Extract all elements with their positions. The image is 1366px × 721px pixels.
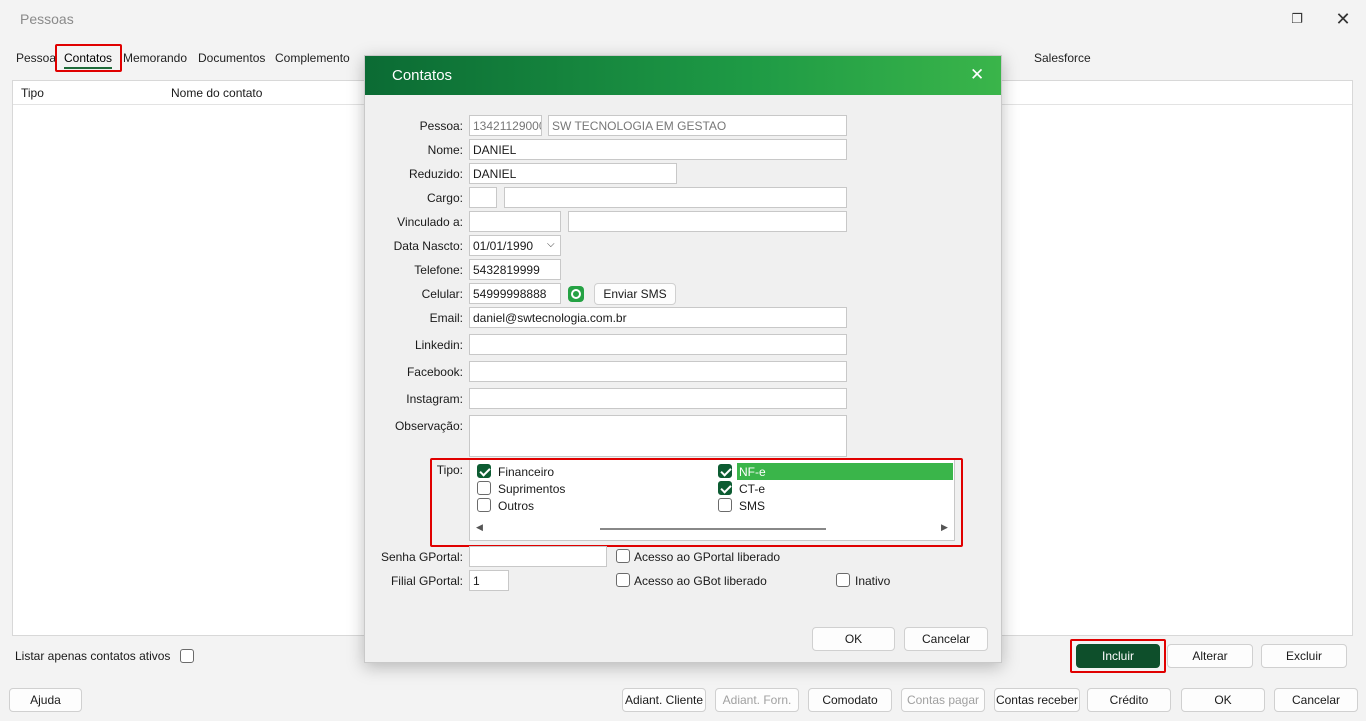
dialog-ok-button[interactable]: OK: [812, 627, 895, 651]
window-title: Pessoas: [20, 11, 74, 27]
tab-pessoa[interactable]: Pessoa: [16, 46, 56, 70]
vinculado-codigo-field[interactable]: [469, 211, 561, 232]
label-senha-gportal: Senha GPortal:: [380, 550, 463, 564]
label-reduzido: Reduzido:: [408, 167, 463, 181]
acesso-gbot-checkbox[interactable]: [616, 573, 630, 587]
acesso-gportal-checkbox[interactable]: [616, 549, 630, 563]
ajuda-button[interactable]: Ajuda: [9, 688, 82, 712]
vinculado-nome-field[interactable]: [568, 211, 847, 232]
adiant-forn-button[interactable]: Adiant. Forn.: [715, 688, 799, 712]
list-active-checkbox[interactable]: [180, 649, 194, 663]
restore-icon[interactable]: ❐: [1286, 8, 1308, 30]
list-active-label: Listar apenas contatos ativos: [15, 649, 171, 663]
instagram-field[interactable]: [469, 388, 847, 409]
pessoa-codigo-field[interactable]: 13421129000: [469, 115, 542, 136]
dialog-titlebar: Contatos ✕: [365, 56, 1001, 95]
senha-gportal-field[interactable]: [469, 546, 607, 567]
pessoa-nome-field[interactable]: SW TECNOLOGIA EM GESTAO: [548, 115, 847, 136]
label-nome: Nome:: [427, 143, 463, 157]
chevron-down-icon[interactable]: ⌵: [547, 239, 555, 250]
label-vinculado: Vinculado a:: [397, 215, 463, 229]
tab-complemento[interactable]: Complemento: [275, 46, 350, 70]
label-facebook: Facebook:: [406, 365, 463, 379]
close-icon[interactable]: ✕: [1332, 8, 1354, 30]
label-email: Email:: [429, 311, 463, 325]
telefone-field[interactable]: 5432819999: [469, 259, 561, 280]
label-observacao: Observação:: [394, 419, 463, 433]
tab-memorando[interactable]: Memorando: [123, 46, 187, 70]
credito-button[interactable]: Crédito: [1087, 688, 1171, 712]
label-filial-gportal: Filial GPortal:: [390, 574, 463, 588]
label-data-nascto: Data Nascto:: [393, 239, 463, 253]
tab-highlight: [55, 44, 122, 72]
adiant-cliente-button[interactable]: Adiant. Cliente: [622, 688, 706, 712]
reduzido-field[interactable]: DANIEL: [469, 163, 677, 184]
label-pessoa: Pessoa:: [419, 119, 463, 133]
contas-receber-button[interactable]: Contas receber: [994, 688, 1080, 712]
whatsapp-icon[interactable]: [568, 286, 584, 302]
linkedin-field[interactable]: [469, 334, 847, 355]
contatos-dialog: Contatos ✕ Pessoa: Nome: Reduzido: Cargo…: [364, 55, 1002, 663]
column-tipo[interactable]: Tipo: [21, 86, 44, 100]
label-celular: Celular:: [421, 287, 463, 301]
contas-pagar-button[interactable]: Contas pagar: [901, 688, 985, 712]
dialog-title: Contatos: [392, 67, 453, 84]
tab-salesforce[interactable]: Salesforce: [1034, 46, 1091, 70]
alterar-button[interactable]: Alterar: [1167, 644, 1253, 668]
excluir-button[interactable]: Excluir: [1261, 644, 1347, 668]
label-instagram: Instagram:: [406, 392, 463, 406]
tipo-highlight: [430, 458, 963, 547]
label-cargo: Cargo:: [426, 191, 463, 205]
dialog-cancelar-button[interactable]: Cancelar: [904, 627, 988, 651]
cargo-codigo-field[interactable]: [469, 187, 497, 208]
label-linkedin: Linkedin:: [414, 338, 463, 352]
filial-gportal-field[interactable]: 1: [469, 570, 509, 591]
email-field[interactable]: daniel@swtecnologia.com.br: [469, 307, 847, 328]
inativo-label: Inativo: [855, 574, 891, 588]
incluir-highlight: [1070, 639, 1166, 673]
comodato-button[interactable]: Comodato: [808, 688, 892, 712]
nome-field[interactable]: DANIEL: [469, 139, 847, 160]
celular-field[interactable]: 54999998888: [469, 283, 561, 304]
inativo-checkbox[interactable]: [836, 573, 850, 587]
observacao-field[interactable]: [469, 415, 847, 457]
column-nome-contato[interactable]: Nome do contato: [171, 86, 262, 100]
cancelar-button[interactable]: Cancelar: [1274, 688, 1358, 712]
tab-documentos[interactable]: Documentos: [198, 46, 265, 70]
label-telefone: Telefone:: [414, 263, 463, 277]
ok-button[interactable]: OK: [1181, 688, 1265, 712]
cargo-nome-field[interactable]: [504, 187, 847, 208]
acesso-gportal-label: Acesso ao GPortal liberado: [634, 550, 781, 564]
enviar-sms-button[interactable]: Enviar SMS: [594, 283, 676, 305]
acesso-gbot-label: Acesso ao GBot liberado: [634, 574, 767, 588]
facebook-field[interactable]: [469, 361, 847, 382]
dialog-close-icon[interactable]: ✕: [970, 65, 984, 85]
